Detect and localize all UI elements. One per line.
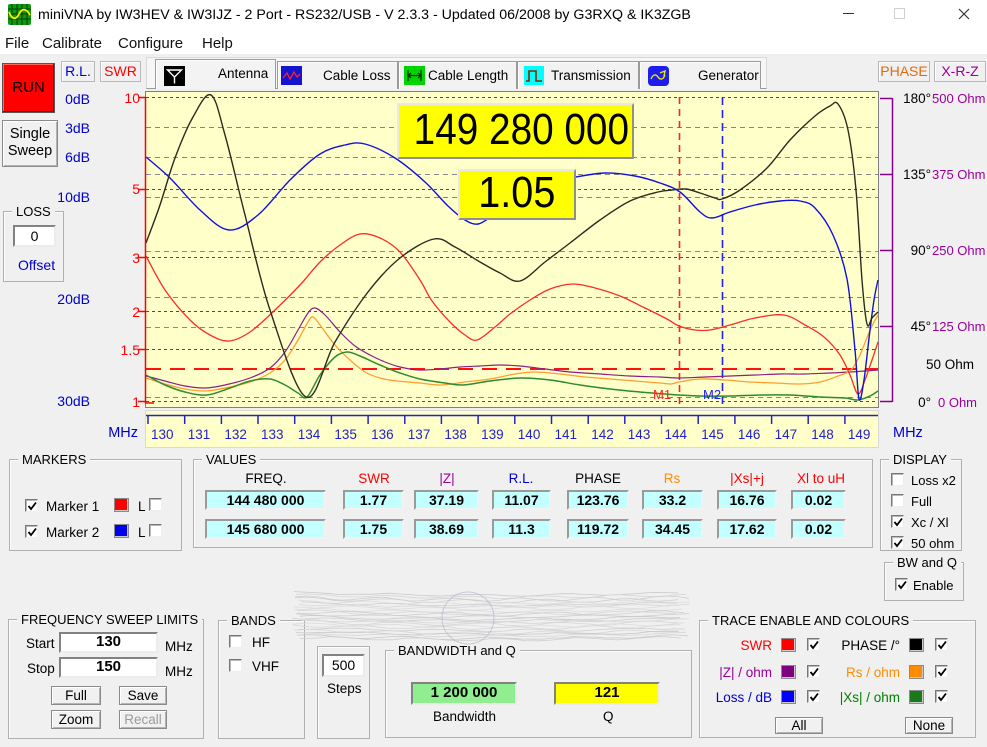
svg-text:141: 141 <box>555 427 578 442</box>
svg-text:M2: M2 <box>703 387 721 402</box>
svg-text:135: 135 <box>334 427 357 442</box>
svg-text:149: 149 <box>848 427 871 442</box>
svg-text:137: 137 <box>408 427 431 442</box>
svg-text:134: 134 <box>298 427 321 442</box>
svg-text:142: 142 <box>591 427 614 442</box>
svg-text:145: 145 <box>701 427 724 442</box>
svg-text:M1: M1 <box>653 387 671 402</box>
svg-text:147: 147 <box>775 427 798 442</box>
svg-text:130: 130 <box>151 427 174 442</box>
svg-text:133: 133 <box>261 427 284 442</box>
svg-text:132: 132 <box>224 427 247 442</box>
svg-text:138: 138 <box>444 427 467 442</box>
svg-text:144: 144 <box>665 427 688 442</box>
svg-text:148: 148 <box>811 427 834 442</box>
svg-text:140: 140 <box>518 427 541 442</box>
svg-text:131: 131 <box>188 427 211 442</box>
svg-text:143: 143 <box>628 427 651 442</box>
svg-text:136: 136 <box>371 427 394 442</box>
svg-text:146: 146 <box>738 427 761 442</box>
svg-text:139: 139 <box>481 427 504 442</box>
